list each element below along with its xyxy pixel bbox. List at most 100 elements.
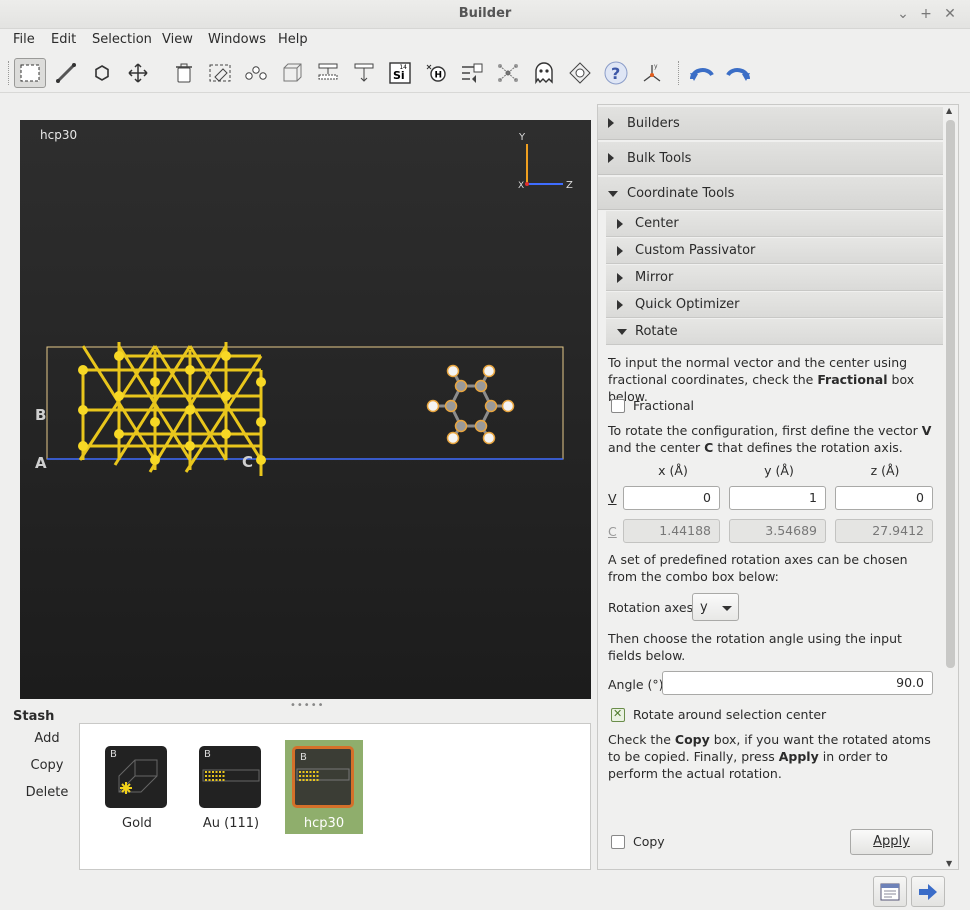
stash-list: B Gold B Au (111) B hcp30: [79, 723, 591, 870]
axes-icon[interactable]: y: [636, 58, 668, 88]
vector-v-y-input[interactable]: 1: [729, 486, 826, 510]
angle-instructions: Then choose the rotation angle using the…: [608, 631, 902, 663]
subsection-custom-passivator[interactable]: Custom Passivator: [606, 238, 943, 264]
close-button[interactable]: ✕: [940, 4, 960, 24]
menu-help[interactable]: Help: [278, 32, 308, 47]
element-si-icon[interactable]: 14 Si: [384, 58, 416, 88]
stash-item-label: Gold: [122, 816, 152, 831]
fractional-checkbox[interactable]: [611, 399, 625, 413]
copy-checkbox[interactable]: [611, 835, 625, 849]
vector-v-z-input[interactable]: 0: [835, 486, 933, 510]
expand-arrow-icon: [617, 300, 623, 310]
subsection-mirror[interactable]: Mirror: [606, 265, 943, 291]
3d-viewport[interactable]: hcp30 Y Z X B A C: [20, 120, 591, 699]
au111-thumbnail-icon: [202, 769, 260, 782]
angle-label: Angle (°): [608, 677, 664, 692]
ghost-icon[interactable]: [528, 58, 560, 88]
tag-icon[interactable]: [204, 58, 236, 88]
accordion-builders[interactable]: Builders: [598, 107, 943, 140]
chain-icon[interactable]: [240, 58, 272, 88]
menu-bar: File Edit Selection View Windows Help: [0, 29, 970, 51]
stash-thumbnail: B: [292, 746, 354, 808]
rotation-axes-select[interactable]: y: [692, 593, 739, 621]
rotate-around-center-checkbox[interactable]: [611, 707, 625, 722]
slab-icon[interactable]: [312, 58, 344, 88]
expand-arrow-icon: [608, 153, 614, 163]
splitter-handle[interactable]: •••••: [290, 700, 325, 711]
log-window-button[interactable]: [873, 876, 907, 907]
axis-z-label: Z: [566, 180, 573, 191]
redo-icon[interactable]: [722, 58, 754, 88]
vector-v-x-input[interactable]: 0: [623, 486, 720, 510]
fractional-label: Fractional: [633, 398, 695, 413]
menu-edit[interactable]: Edit: [51, 32, 76, 47]
apply-button[interactable]: Apply: [850, 829, 933, 855]
toolbar-grip: [8, 61, 10, 85]
select-rectangle-icon[interactable]: [14, 58, 46, 88]
document-icon: [880, 883, 900, 900]
accordion-bulk-tools[interactable]: Bulk Tools: [598, 142, 943, 175]
transform-icon[interactable]: [456, 58, 488, 88]
column-x-header: x (Å): [658, 463, 688, 478]
send-to-button[interactable]: [911, 876, 945, 907]
scrollbar-thumb[interactable]: [946, 120, 955, 668]
subsection-quick-optimizer[interactable]: Quick Optimizer: [606, 292, 943, 318]
center-c-label: C: [608, 524, 617, 539]
minimize-button[interactable]: ⌄: [893, 4, 913, 24]
menu-view[interactable]: View: [162, 32, 193, 47]
stash-item-gold[interactable]: B Gold: [98, 740, 176, 834]
undo-icon[interactable]: [686, 58, 718, 88]
axes-gizmo: Y Z X: [518, 132, 573, 191]
stash-item-hcp30[interactable]: B hcp30: [285, 740, 363, 834]
accordion-coordinate-tools[interactable]: Coordinate Tools: [598, 177, 943, 210]
toolbar-separator: [678, 61, 680, 85]
subsection-label: Mirror: [635, 270, 674, 285]
subsection-label: Rotate: [635, 324, 678, 339]
menu-selection[interactable]: Selection: [92, 32, 152, 47]
cell-label-a: A: [35, 454, 47, 472]
menu-windows[interactable]: Windows: [208, 32, 266, 47]
stash-add-button[interactable]: Add: [22, 731, 72, 746]
wrap-icon[interactable]: [564, 58, 596, 88]
collapse-arrow-icon: [608, 191, 618, 197]
scroll-up-icon[interactable]: ▲: [946, 106, 952, 115]
scroll-down-icon[interactable]: ▼: [946, 859, 952, 868]
stash-item-au111[interactable]: B Au (111): [192, 740, 270, 834]
molecule-icon[interactable]: [492, 58, 524, 88]
measure-icon[interactable]: [50, 58, 82, 88]
stash-item-label: hcp30: [303, 816, 345, 831]
layers-icon[interactable]: [348, 58, 380, 88]
subsection-center[interactable]: Center: [606, 211, 943, 237]
axis-x-label: X: [518, 181, 524, 191]
menu-file[interactable]: File: [13, 32, 35, 47]
subsection-label: Center: [635, 216, 679, 231]
subsection-rotate[interactable]: Rotate: [606, 319, 943, 345]
rotation-axes-label: Rotation axes: [608, 600, 694, 615]
stash-delete-button[interactable]: Delete: [22, 785, 72, 800]
copy-label: Copy: [633, 834, 665, 849]
expand-arrow-icon: [617, 219, 623, 229]
cube-icon[interactable]: [276, 58, 308, 88]
subsection-label: Quick Optimizer: [635, 297, 740, 312]
delete-icon[interactable]: [168, 58, 200, 88]
svg-text:y: y: [654, 63, 658, 70]
stash-title: Stash: [13, 709, 55, 724]
move-icon[interactable]: [122, 58, 154, 88]
window-title: Builder: [458, 6, 512, 21]
svg-text:H: H: [435, 71, 443, 81]
vector-v-label: V: [608, 491, 617, 506]
angle-input[interactable]: 90.0: [662, 671, 933, 695]
gold-slab: [78, 342, 263, 476]
panel-scrollbar[interactable]: ▲ ▼: [944, 106, 957, 868]
collapse-arrow-icon: [617, 329, 627, 335]
hexagon-icon[interactable]: [86, 58, 118, 88]
stash-copy-button[interactable]: Copy: [22, 758, 72, 773]
stash-item-label: Au (111): [202, 816, 260, 831]
accordion-label: Bulk Tools: [627, 151, 692, 166]
help-icon[interactable]: ?: [600, 58, 632, 88]
hydrogen-icon[interactable]: H: [420, 58, 452, 88]
cell-label-c: C: [242, 453, 253, 471]
maximize-button[interactable]: +: [916, 4, 936, 24]
apply-button-label: Apply: [873, 834, 910, 849]
toolbar: 14 Si H ? y: [0, 53, 970, 93]
